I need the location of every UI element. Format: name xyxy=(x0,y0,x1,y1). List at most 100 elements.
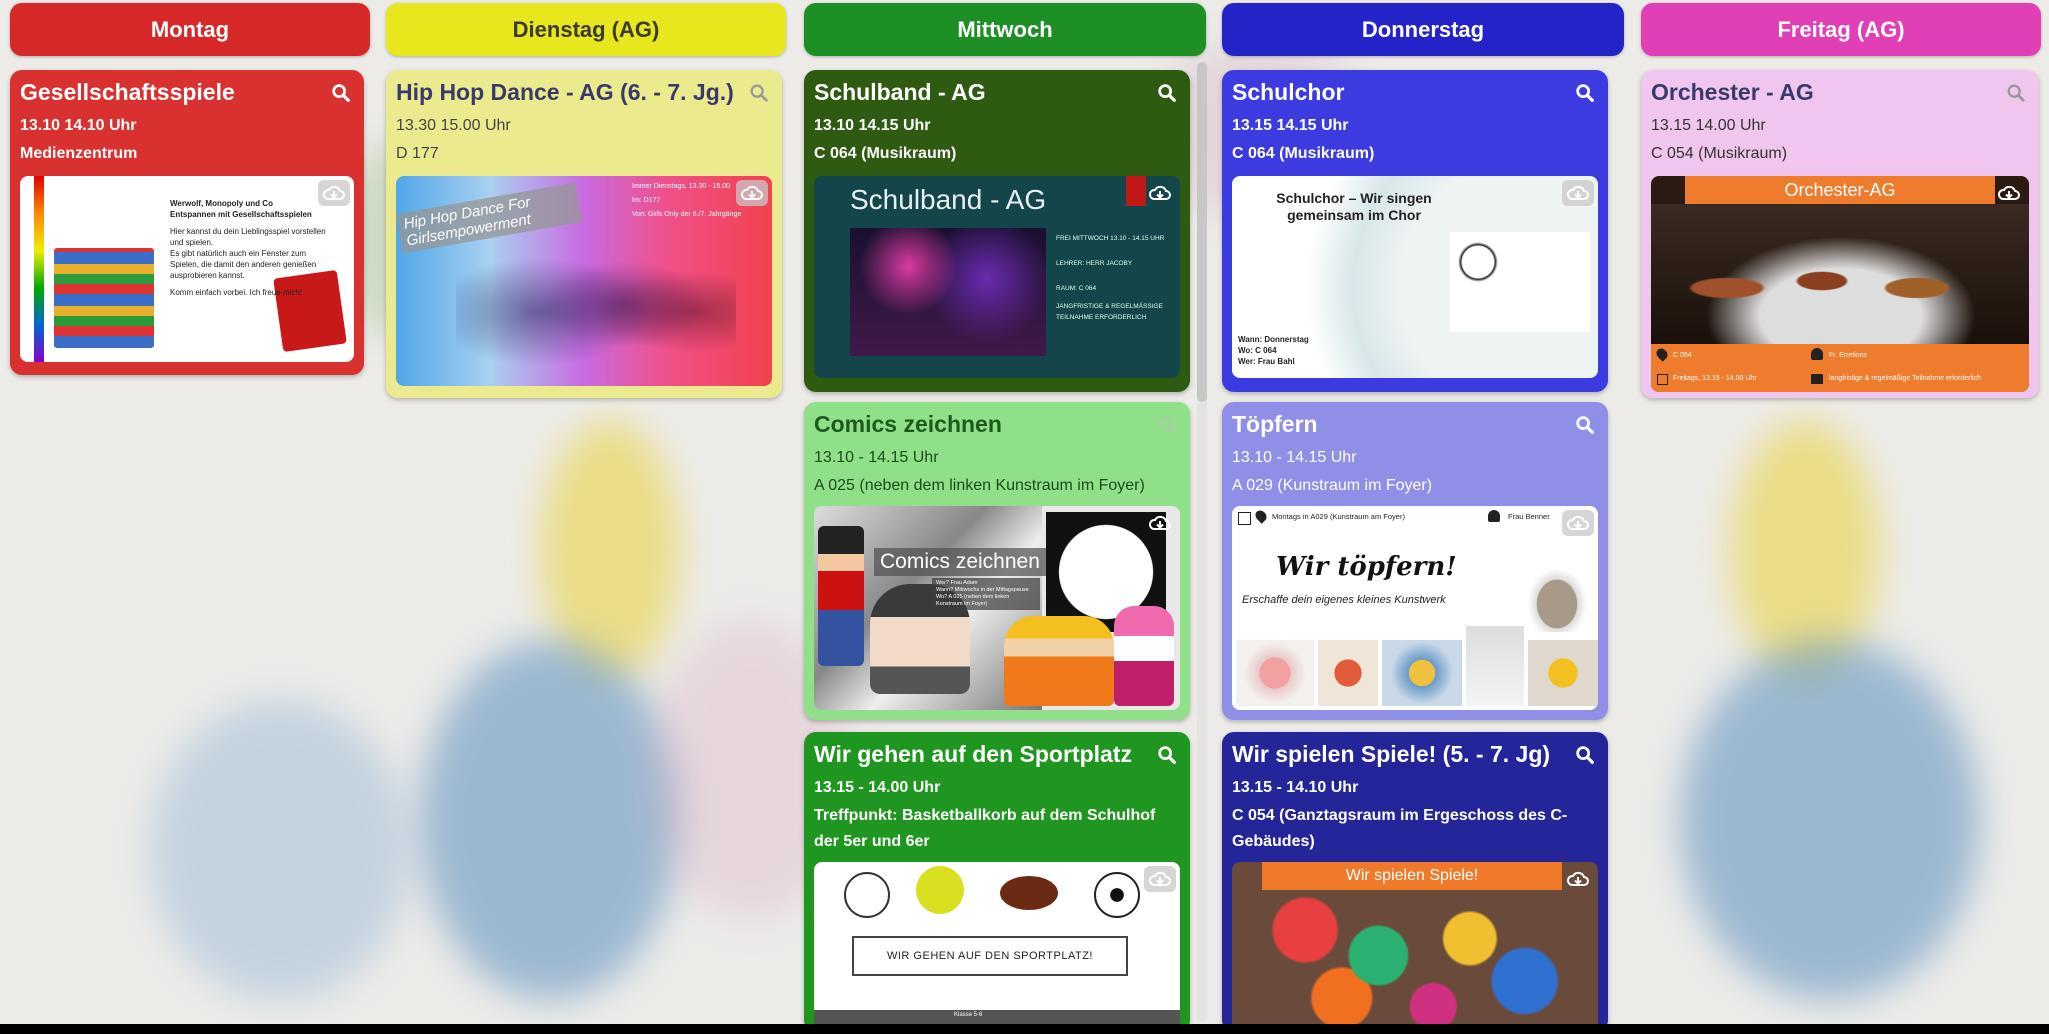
cloud-download-icon[interactable] xyxy=(736,180,768,206)
search-icon[interactable] xyxy=(1156,414,1178,436)
choir-drawing-image xyxy=(1450,232,1590,332)
thumb-title: Schulchor – Wir singen gemeinsam im Chor xyxy=(1276,190,1432,223)
card-room: A 029 (Kunstraum im Foyer) xyxy=(1232,477,1433,494)
thumb-header-right: Frau Benner xyxy=(1508,512,1550,521)
thumb-text-line: Hier kannst du dein Lieblingsspiel vorst… xyxy=(170,227,326,236)
cloud-download-icon[interactable] xyxy=(1144,180,1176,206)
pottery-photo-4 xyxy=(1466,626,1524,706)
card-time: 13.15 - 14.10 Uhr xyxy=(1232,779,1359,796)
card-room: Treffpunkt: Basketballkorb auf dem Schul… xyxy=(814,807,1156,850)
dancers-image xyxy=(456,216,736,376)
card-time: 13.15 - 14.00 Uhr xyxy=(814,779,941,796)
thumb-text-line: Wer? Frau Adam xyxy=(936,580,978,586)
card-title: Comics zeichnen xyxy=(814,411,1002,437)
pottery-photo-3 xyxy=(1382,640,1462,706)
search-icon[interactable] xyxy=(1574,414,1596,436)
card-thumbnail[interactable]: Werwolf, Monopoly und Co Entspannen mit … xyxy=(20,176,354,362)
tennis-ball-icon xyxy=(916,866,964,914)
search-icon[interactable] xyxy=(2005,82,2027,104)
card-thumbnail[interactable]: Schulchor – Wir singen gemeinsam im Chor… xyxy=(1232,176,1598,378)
luffy-figure-image xyxy=(818,526,864,666)
search-icon[interactable] xyxy=(1574,82,1596,104)
soccer-ball-icon xyxy=(1094,872,1140,918)
card-title: Schulchor xyxy=(1232,79,1345,105)
column-header-freitag: Freitag (AG) xyxy=(1641,3,2041,56)
activity-card-wir-spielen-spiele[interactable]: Wir spielen Spiele! (5. - 7. Jg) 13.15 -… xyxy=(1222,732,1608,1032)
card-thumbnail[interactable]: WIR GEHEN AUF DEN SPORTPLATZ! Klasse 5-6 xyxy=(814,862,1180,1032)
cloud-download-icon[interactable] xyxy=(318,180,350,206)
card-thumbnail[interactable]: Schulband - AG FREI MITTWOCH 13.10 - 14.… xyxy=(814,176,1180,378)
activity-card-gesellschaftsspiele[interactable]: Gesellschaftsspiele 13.10 14.10 Uhr Medi… xyxy=(10,70,364,375)
thumb-info-room: C 054 xyxy=(1673,352,1692,359)
search-icon[interactable] xyxy=(748,82,770,104)
thumb-text-line: RAUM: C 064 xyxy=(1056,285,1097,292)
activity-card-schulchor[interactable]: Schulchor 13.15 14.15 Uhr C 064 (Musikra… xyxy=(1222,70,1608,392)
card-time: 13.10 14.10 Uhr xyxy=(20,117,137,134)
card-title: Gesellschaftsspiele xyxy=(20,79,235,105)
red-accent-block xyxy=(1126,176,1146,206)
thumb-banner: Wir spielen Spiele! xyxy=(1262,862,1562,890)
thumb-footer-text: Klasse 5-6 xyxy=(954,1012,983,1018)
cloud-download-icon[interactable] xyxy=(1562,510,1594,536)
activity-card-toepfern[interactable]: Töpfern 13.10 - 14.15 Uhr A 029 (Kunstra… xyxy=(1222,402,1608,720)
card-thumbnail[interactable]: Comics zeichnen Wer? Frau Adam Wann? Mit… xyxy=(814,506,1180,710)
card-time: 13.15 14.00 Uhr xyxy=(1651,117,1766,134)
search-icon[interactable] xyxy=(330,82,352,104)
activity-card-schulband[interactable]: Schulband - AG 13.10 14.15 Uhr C 064 (Mu… xyxy=(804,70,1190,392)
activity-card-comics-zeichnen[interactable]: Comics zeichnen 13.10 - 14.15 Uhr A 025 … xyxy=(804,402,1190,720)
card-thumbnail[interactable]: Hip Hop Dance For Girlsempowerment Immer… xyxy=(396,176,772,386)
column-header-montag: Montag xyxy=(10,3,370,56)
thumb-subtitle: Erschaffe dein eigenes kleines Kunstwerk xyxy=(1242,594,1446,606)
card-title: Wir gehen auf den Sportplatz xyxy=(814,741,1132,767)
column-header-mittwoch: Mittwoch xyxy=(804,3,1206,56)
thumb-text-line: Immer Dienstags, 13.30 - 15.00 xyxy=(632,183,731,190)
search-icon[interactable] xyxy=(1574,744,1596,766)
location-pin-icon xyxy=(1253,508,1269,524)
column-header-donnerstag: Donnerstag xyxy=(1222,3,1624,56)
thumb-title: Comics zeichnen xyxy=(874,548,1046,576)
card-thumbnail[interactable]: Orchester-AG C 054 Fr. Erretions Freitag… xyxy=(1651,176,2029,392)
column-header-label: Freitag (AG) xyxy=(1777,16,1905,42)
cloud-download-icon[interactable] xyxy=(1562,866,1594,892)
card-thumbnail[interactable]: Wir spielen Spiele! xyxy=(1232,862,1598,1032)
thumb-text-line: Von: Girls Only der 6./7. Jahrgänge xyxy=(632,211,742,218)
card-room: C 054 (Ganztagsraum im Ergeschoss des C-… xyxy=(1232,807,1568,850)
naruto-figure-image xyxy=(1004,616,1114,706)
search-icon[interactable] xyxy=(1156,82,1178,104)
search-icon[interactable] xyxy=(1156,744,1178,766)
thumb-text-line: JANGFRISTIGE & REGELMÄSSIGE TEILNAHME ER… xyxy=(1056,303,1163,321)
thumb-text-line: Es gibt natürlich auch ein Fenster zum xyxy=(170,249,307,258)
cloud-download-icon[interactable] xyxy=(1144,866,1176,892)
column-header-label: Donnerstag xyxy=(1361,16,1485,42)
rainbow-stripe xyxy=(34,176,44,362)
thumb-text-line: ausprobieren kannst. xyxy=(170,271,245,280)
thumb-info-teacher: Fr. Erretions xyxy=(1829,352,1868,359)
card-room: A 025 (neben dem linken Kunstraum im Foy… xyxy=(814,477,1145,494)
orchestra-photo-image xyxy=(1651,204,2029,344)
card-title: Schulband - AG xyxy=(814,79,986,105)
person-icon xyxy=(1811,348,1823,360)
cloud-download-icon[interactable] xyxy=(1144,510,1176,536)
activity-card-hip-hop-dance[interactable]: Hip Hop Dance - AG (6. - 7. Jg.) 13.30 1… xyxy=(386,70,782,398)
activity-card-sportplatz[interactable]: Wir gehen auf den Sportplatz 13.15 - 14.… xyxy=(804,732,1190,1032)
card-thumbnail[interactable]: Montags in A029 (Kunstraum am Foyer) Fra… xyxy=(1232,506,1598,710)
thumb-text-line: Wo? A 025 (neben dem linken Kunstraum im… xyxy=(936,594,1010,607)
card-room: C 064 (Musikraum) xyxy=(1232,145,1375,162)
pottery-photo-2 xyxy=(1318,640,1378,706)
thumb-text-line: LEHRER: HERR JACOBY xyxy=(1056,260,1133,267)
pottery-bowls-image xyxy=(1522,562,1592,632)
column-header-label: Dienstag (AG) xyxy=(512,16,660,42)
cloud-download-icon[interactable] xyxy=(1562,180,1594,206)
cloud-download-icon[interactable] xyxy=(1993,180,2025,206)
thumb-header-left: Montags in A029 (Kunstraum am Foyer) xyxy=(1272,512,1405,521)
thumb-text-line: Wann? Mittwochs in der Mittagspause xyxy=(936,587,1029,593)
thumb-info-time: Freitags, 13.15 - 14.00 Uhr xyxy=(1673,375,1757,382)
thumb-text-line: Wann: Donnerstag xyxy=(1238,335,1309,344)
thumb-text-line: Spielen, die damit den anderen genießen xyxy=(170,260,317,269)
activity-card-orchester[interactable]: Orchester - AG 13.15 14.00 Uhr C 054 (Mu… xyxy=(1641,70,2039,398)
thumb-text-line: Entspannen mit Gesellschaftsspielen xyxy=(170,210,312,219)
thumb-info-note: langfristige & regelmäßige Teilnahme erf… xyxy=(1829,375,1982,382)
column-header-label: Montag xyxy=(150,16,230,42)
volleyball-icon xyxy=(844,872,890,918)
scrollbar-thumb[interactable] xyxy=(1197,62,1207,402)
